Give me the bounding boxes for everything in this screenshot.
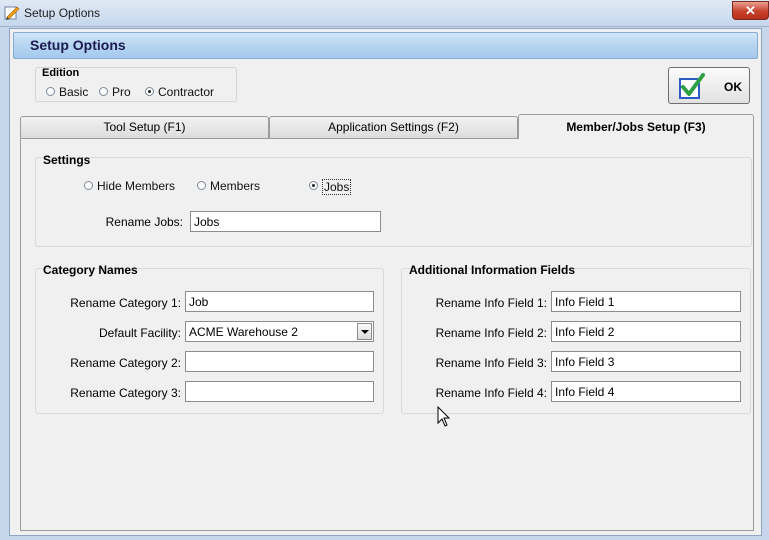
app-icon [4,6,20,20]
settings-label: Settings [43,153,91,167]
jobs-radio[interactable] [309,181,318,190]
rename-info-field-4-input[interactable]: Info Field 4 [551,381,741,402]
category-names-label: Category Names [43,263,138,277]
edition-pro-radio[interactable] [99,87,108,96]
hide-members-radio[interactable] [84,181,93,190]
members-radio[interactable] [197,181,206,190]
ok-button-label[interactable]: OK [724,80,742,94]
tab-application-settings[interactable]: Application Settings (F2) [269,116,518,138]
edition-contractor-label[interactable]: Contractor [158,85,214,99]
default-facility-value: ACME Warehouse 2 [189,325,298,339]
edition-label: Edition [42,67,80,79]
rename-category-1-label: Rename Category 1: [70,296,181,310]
rename-info-field-2-label: Rename Info Field 2: [435,326,547,340]
members-label[interactable]: Members [210,179,260,193]
rename-category-2-label: Rename Category 2: [70,356,181,370]
rename-info-field-3-input[interactable]: Info Field 3 [551,351,741,372]
rename-category-3-label: Rename Category 3: [70,386,181,400]
rename-info-field-1-input[interactable]: Info Field 1 [551,291,741,312]
edition-basic-radio[interactable] [46,87,55,96]
title-bar [0,0,769,27]
edition-contractor-radio[interactable] [145,87,154,96]
close-icon: ✕ [745,3,756,18]
edition-basic-label[interactable]: Basic [59,85,88,99]
tab-tool-setup[interactable]: Tool Setup (F1) [20,116,269,138]
rename-jobs-label: Rename Jobs: [105,215,183,229]
checkbox-check-icon [679,73,705,99]
rename-info-field-3-label: Rename Info Field 3: [435,356,547,370]
rename-info-field-2-input[interactable]: Info Field 2 [551,321,741,342]
rename-category-1-input[interactable]: Job [185,291,374,312]
jobs-label[interactable]: Jobs [322,179,352,195]
chevron-down-icon[interactable] [357,323,372,340]
close-button[interactable]: ✕ [732,1,769,20]
mouse-cursor-icon [437,406,451,427]
settings-group [35,157,752,247]
rename-category-3-input[interactable] [185,381,374,402]
default-facility-select[interactable]: ACME Warehouse 2 [185,321,374,342]
tab-member-jobs-setup[interactable]: Member/Jobs Setup (F3) [518,114,754,139]
default-facility-label: Default Facility: [98,326,181,340]
page-title: Setup Options [30,37,126,53]
rename-info-field-1-label: Rename Info Field 1: [435,296,547,310]
rename-category-2-input[interactable] [185,351,374,372]
edition-pro-label[interactable]: Pro [112,85,131,99]
info-fields-label: Additional Information Fields [409,263,575,277]
hide-members-label[interactable]: Hide Members [97,179,175,193]
window-title: Setup Options [24,6,101,20]
rename-jobs-input[interactable]: Jobs [190,211,381,232]
rename-info-field-4-label: Rename Info Field 4: [435,386,547,400]
